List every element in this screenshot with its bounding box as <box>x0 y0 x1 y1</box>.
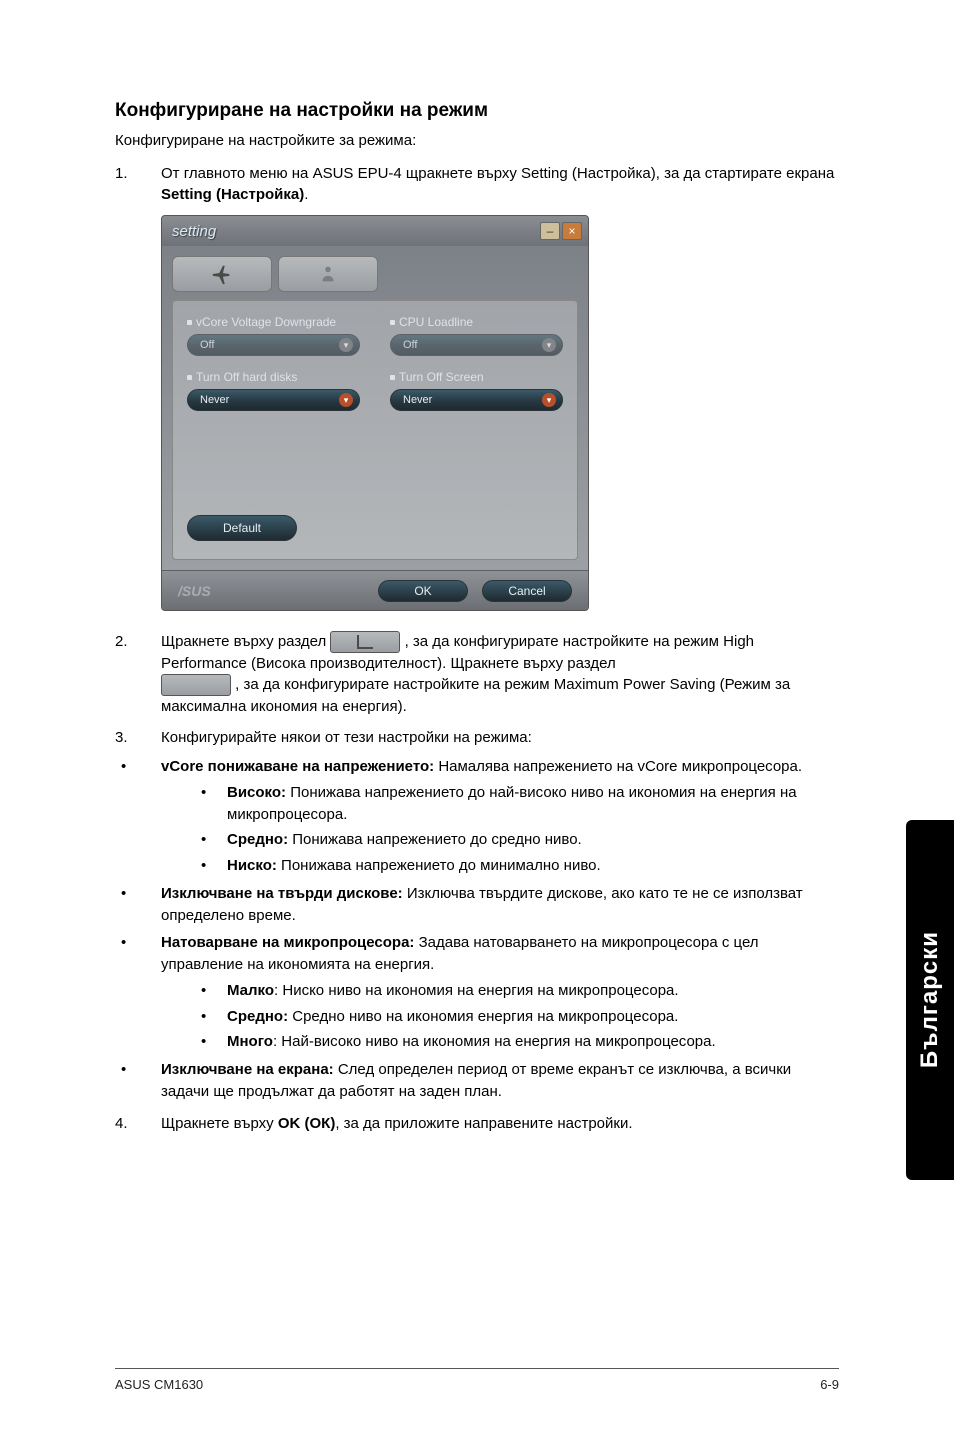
page-footer: ASUS CM1630 6-9 <box>115 1368 839 1392</box>
chevron-down-icon: ▾ <box>339 393 353 407</box>
tab-power-saving[interactable] <box>278 256 378 292</box>
hdd-label: Turn Off hard disks <box>187 370 360 384</box>
intro-text: Конфигуриране на настройките за режима: <box>115 132 839 149</box>
minimize-button[interactable]: – <box>540 222 560 240</box>
sub-dot: • <box>197 1006 227 1028</box>
tab-high-performance[interactable] <box>172 256 272 292</box>
language-side-tab: Български <box>906 820 954 1180</box>
close-button[interactable]: × <box>562 222 582 240</box>
cpu-loadline-dropdown[interactable]: Off ▾ <box>390 334 563 356</box>
vcore-desc: Намалява напрежението на vCore микропроц… <box>438 758 802 775</box>
screen-label: Turn Off Screen <box>390 370 563 384</box>
sub-dot: • <box>197 829 227 851</box>
cpu-bold: Натоварване на микропроцесора: <box>161 934 419 951</box>
cancel-button[interactable]: Cancel <box>482 580 572 602</box>
step-4-num: 4. <box>115 1113 161 1134</box>
step-1-bold: Setting (Настройка) <box>161 186 304 203</box>
airplane-icon <box>211 263 233 285</box>
vcore-label: vCore Voltage Downgrade <box>187 315 360 329</box>
vcore-medium: Средно: Понижава напрежението до средно … <box>227 829 582 851</box>
screen-dropdown[interactable]: Never ▾ <box>390 389 563 411</box>
setting-screenshot: setting – × vCore Voltage Downgrade <box>161 215 839 611</box>
vcore-dropdown[interactable]: Off ▾ <box>187 334 360 356</box>
bullet-cpu: Натоварване на микропроцесора: Задава на… <box>161 932 839 1053</box>
bullet-vcore: vCore понижаване на напрежението: Намаля… <box>161 756 839 877</box>
bullet-hdd: Изключване на твърди дискове: Изключва т… <box>161 883 839 927</box>
step-4-bold: OK (ОК) <box>278 1115 335 1132</box>
cpu-high: Много: Най-високо ниво на икономия на ен… <box>227 1031 716 1053</box>
vcore-bold: vCore понижаване на напрежението: <box>161 758 438 775</box>
step-4-body: Щракнете върху OK (ОК), за да приложите … <box>161 1113 839 1134</box>
hdd-dropdown[interactable]: Never ▾ <box>187 389 360 411</box>
step-1-body: От главното меню на ASUS EPU-4 щракнете … <box>161 163 839 205</box>
person-icon <box>317 263 339 285</box>
sub-dot: • <box>197 855 227 877</box>
step-3-num: 3. <box>115 727 161 748</box>
bullet-dot: • <box>115 1059 161 1103</box>
cpu-medium: Средно: Средно ниво на икономия енергия … <box>227 1006 678 1028</box>
hdd-value: Never <box>200 394 229 406</box>
bullet-dot: • <box>115 883 161 927</box>
step-2-text-a: Щракнете върху раздел <box>161 633 330 650</box>
step-1-text-a: От главното меню на ASUS EPU-4 щракнете … <box>161 165 834 182</box>
default-button[interactable]: Default <box>187 515 297 541</box>
inline-tab-power-icon <box>161 674 231 696</box>
ok-button[interactable]: OK <box>378 580 468 602</box>
bullet-dot: • <box>115 932 161 1053</box>
bullet-dot: • <box>115 756 161 877</box>
step-2-text-c: , за да конфигурирате настройките на реж… <box>161 676 790 715</box>
setting-window: setting – × vCore Voltage Downgrade <box>161 215 589 611</box>
step-4-b: , за да приложите направените настройки. <box>335 1115 632 1132</box>
cpu-low: Малко: Ниско ниво на икономия на енергия… <box>227 980 679 1002</box>
step-2-body: Щракнете върху раздел , за да конфигурир… <box>161 631 839 717</box>
step-4-a: Щракнете върху <box>161 1115 278 1132</box>
brand-logo: /SUS <box>178 583 211 599</box>
language-label: Български <box>916 931 944 1068</box>
section-title: Конфигуриране на настройки на режим <box>115 100 839 122</box>
vcore-low: Ниско: Понижава напрежението до минималн… <box>227 855 601 877</box>
vcore-high: Високо: Понижава напрежението до най-вис… <box>227 782 839 826</box>
settings-panel: vCore Voltage Downgrade Off ▾ CPU Loadli… <box>172 300 578 560</box>
step-1-num: 1. <box>115 163 161 205</box>
cpu-loadline-label: CPU Loadline <box>390 315 563 329</box>
screen-bold: Изключване на екрана: <box>161 1061 338 1078</box>
cpu-loadline-value: Off <box>403 339 417 351</box>
step-1-text-b: . <box>304 186 308 203</box>
step-3-body: Конфигурирайте някои от тези настройки н… <box>161 727 839 748</box>
sub-dot: • <box>197 980 227 1002</box>
inline-tab-performance-icon <box>330 631 400 653</box>
chevron-down-icon: ▾ <box>542 338 556 352</box>
bullet-screen: Изключване на екрана: След определен пер… <box>161 1059 839 1103</box>
hdd-bold: Изключване на твърди дискове: <box>161 885 407 902</box>
step-2-num: 2. <box>115 631 161 717</box>
sub-dot: • <box>197 782 227 826</box>
chevron-down-icon: ▾ <box>542 393 556 407</box>
chevron-down-icon: ▾ <box>339 338 353 352</box>
footer-model: ASUS CM1630 <box>115 1377 203 1392</box>
footer-page-num: 6-9 <box>820 1377 839 1392</box>
vcore-value: Off <box>200 339 214 351</box>
titlebar: setting – × <box>162 216 588 246</box>
screen-value: Never <box>403 394 432 406</box>
window-footer: /SUS OK Cancel <box>162 570 588 610</box>
window-title: setting <box>172 223 216 240</box>
sub-dot: • <box>197 1031 227 1053</box>
